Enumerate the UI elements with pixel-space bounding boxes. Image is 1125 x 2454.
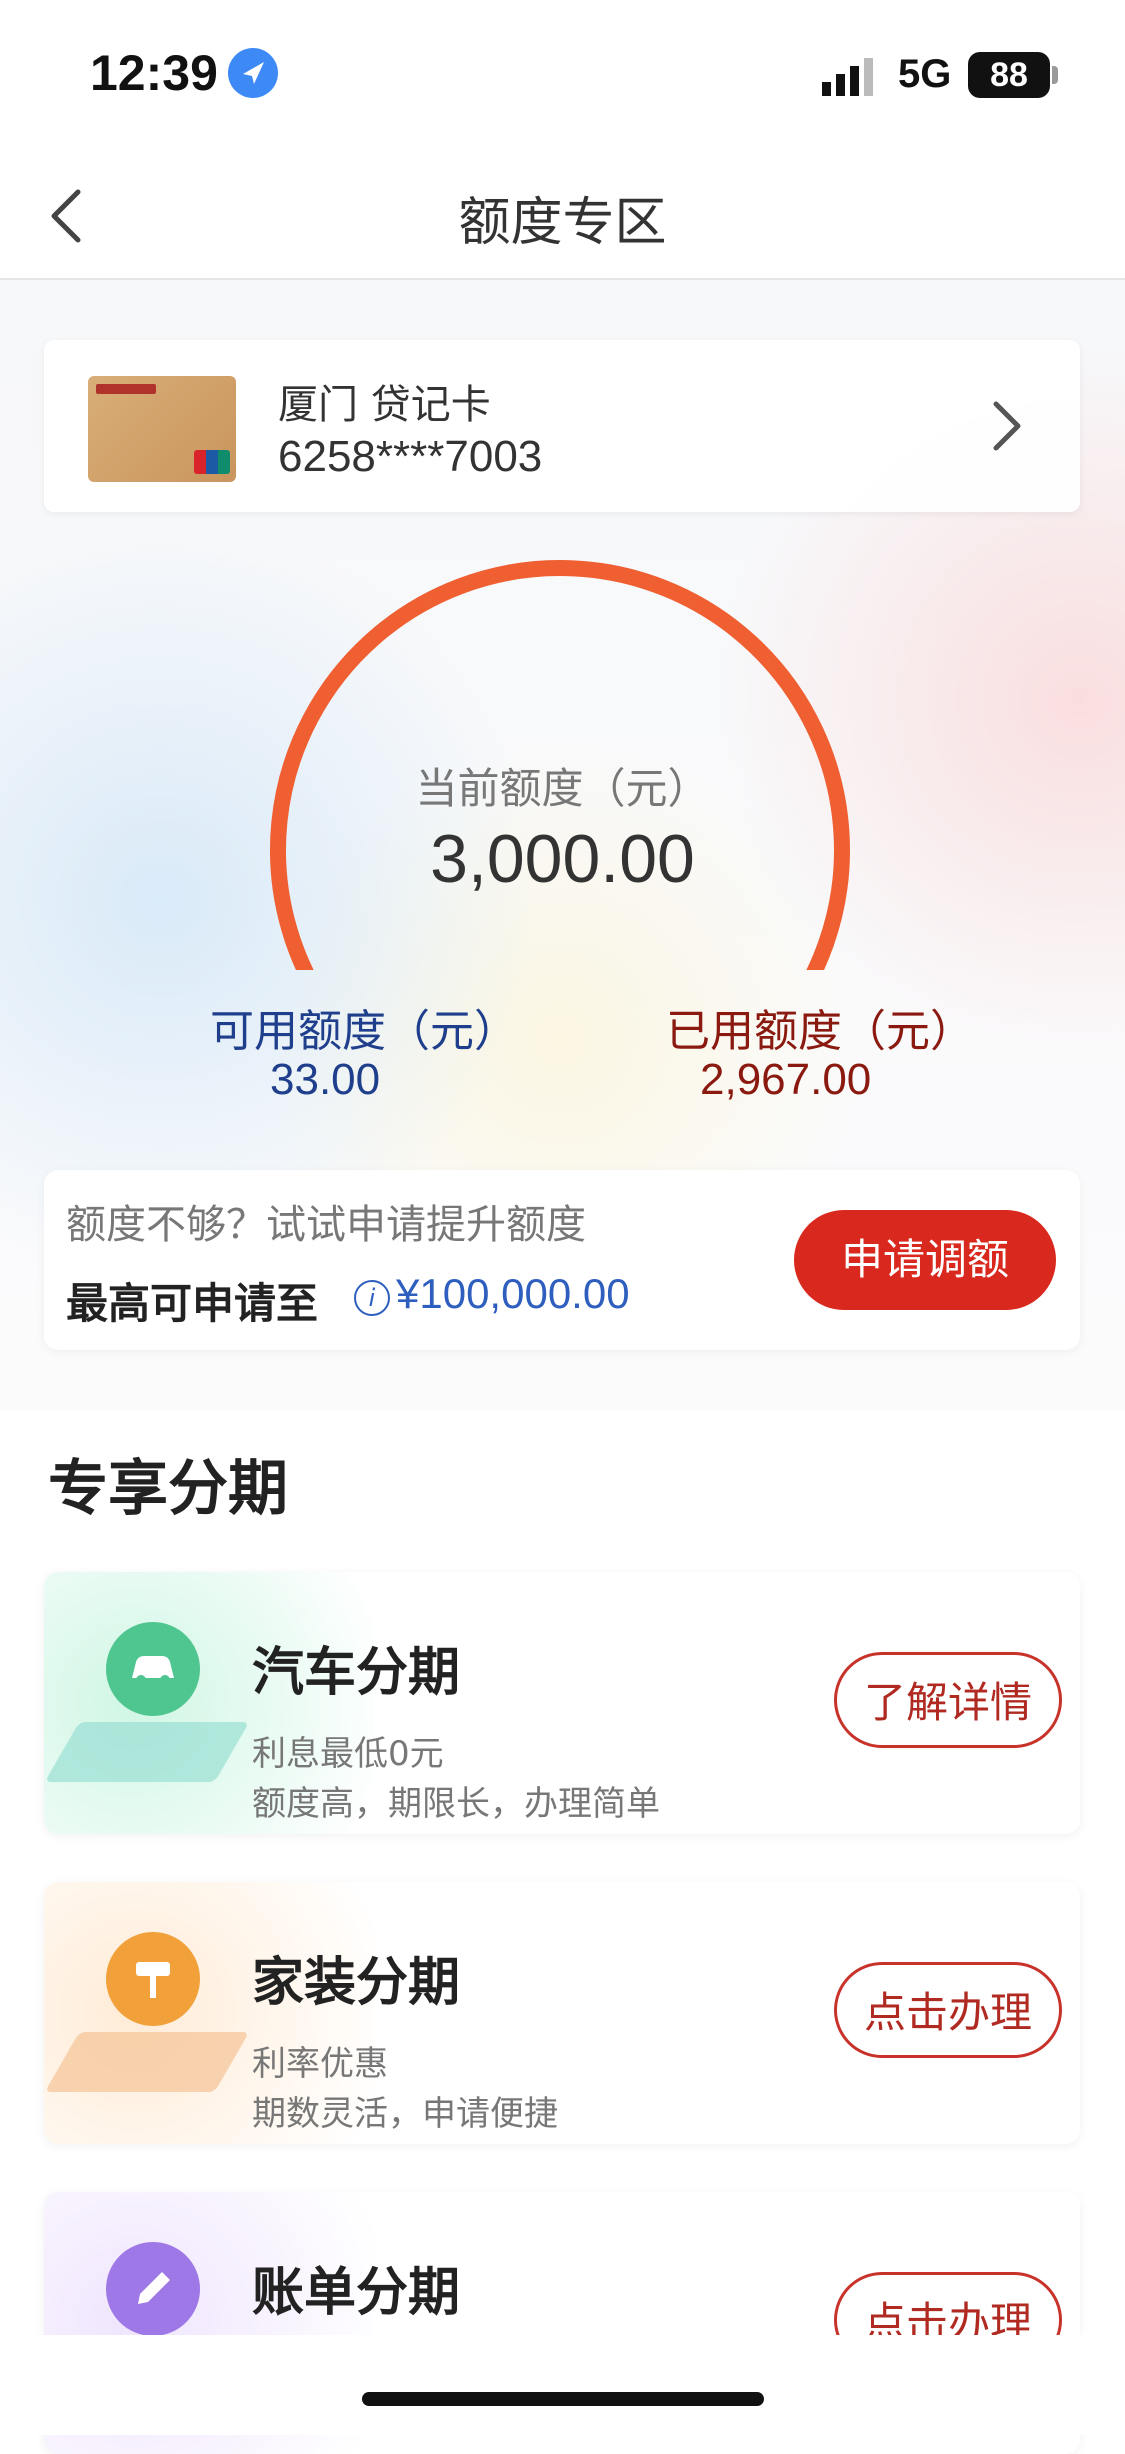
page-title: 额度专区 [458,193,667,253]
unionpay-logo-icon [194,450,230,474]
battery-icon: 88 [968,52,1050,98]
paint-roller-icon [106,1932,200,2026]
apply-adjust-button[interactable]: 申请调额 [794,1210,1056,1310]
network-type: 5G [898,52,952,96]
installment-desc: 利率优惠 [252,2044,388,2084]
apply-now-button[interactable]: 点击办理 [834,1962,1062,2058]
pencil-icon [106,2242,200,2336]
info-icon[interactable]: i [354,1280,390,1316]
used-quota-label: 已用额度（元） [666,1006,974,1057]
raise-limit-panel: 额度不够？试试申请提升额度 最高可申请至 i ¥100,000.00 申请调额 [44,1170,1080,1350]
available-quota-label: 可用额度（元） [210,1006,518,1057]
icon-plate [44,2032,250,2092]
used-quota-value: 2,967.00 [700,1055,872,1104]
installment-card-car[interactable]: 汽车分期 利息最低0元 额度高，期限长，办理简单 了解详情 [44,1572,1080,1834]
current-quota-value: 3,000.00 [430,821,695,897]
installment-desc: 额度高，期限长，办理简单 [252,1784,660,1824]
status-bar: 12:39 5G 88 [0,0,1125,150]
card-name: 厦门 贷记卡 [278,382,491,428]
installment-title: 家装分期 [252,1953,461,2013]
nav-bar: 额度专区 [0,150,1125,280]
installment-title: 账单分期 [252,2263,461,2323]
battery-tip [1052,66,1058,84]
location-arrow-icon [228,48,278,98]
current-quota-label: 当前额度（元） [415,764,710,813]
section-title: 专享分期 [48,1454,288,1524]
bank-logo-icon [96,384,156,394]
icon-plate [44,1722,250,1782]
quota-hero: 厦门 贷记卡 6258****7003 当前额度（元） 3,000.00 可用额… [0,280,1125,1410]
credit-card-image [88,376,236,482]
chevron-right-icon [993,401,1021,451]
installment-desc: 期数灵活，申请便捷 [252,2094,558,2134]
card-selector[interactable]: 厦门 贷记卡 6258****7003 [44,340,1080,512]
signal-icon [822,58,873,96]
installment-title: 汽车分期 [252,1643,461,1703]
max-apply-amount: ¥100,000.00 [396,1270,630,1317]
max-apply-label: 最高可申请至 [66,1279,319,1328]
learn-more-button[interactable]: 了解详情 [834,1652,1062,1748]
installment-desc: 利息最低0元 [252,1734,444,1774]
bottom-bar [0,2335,1125,2435]
status-time: 12:39 [90,45,218,101]
car-icon [106,1622,200,1716]
home-indicator[interactable] [362,2392,764,2406]
available-quota-value: 33.00 [270,1055,381,1104]
card-number: 6258****7003 [278,432,543,481]
raise-hint: 额度不够？试试申请提升额度 [66,1202,586,1248]
installment-card-home[interactable]: 家装分期 利率优惠 期数灵活，申请便捷 点击办理 [44,1882,1080,2144]
